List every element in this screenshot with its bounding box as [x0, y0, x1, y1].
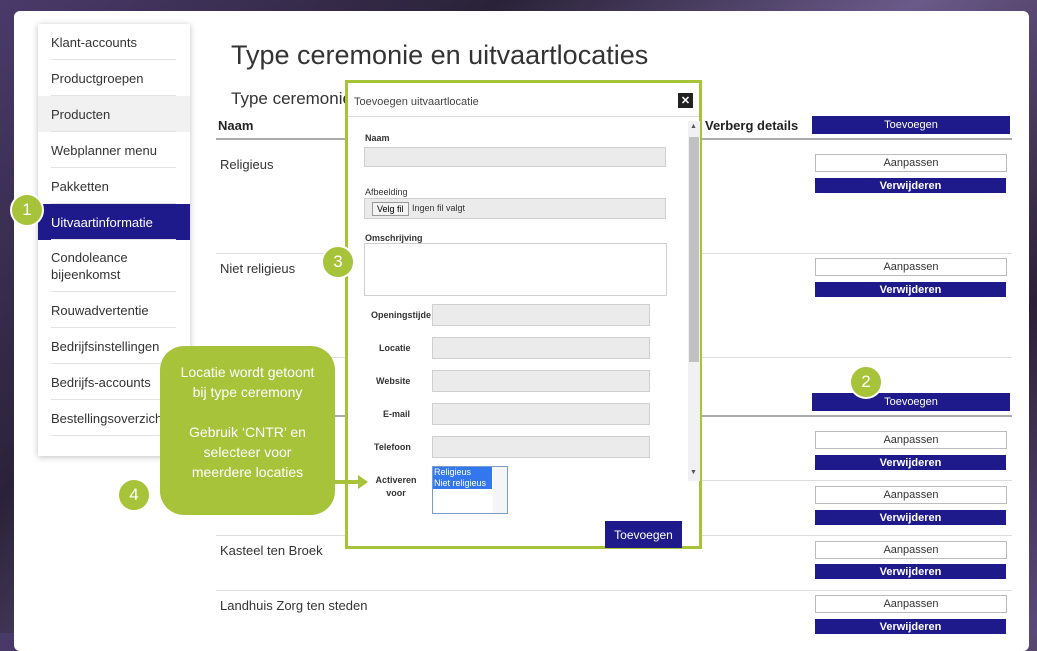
- callout-text-1: Locatie wordt getoont bij type ceremony: [180, 364, 315, 400]
- edit-button[interactable]: Aanpassen: [815, 541, 1007, 559]
- add-location-button[interactable]: Toevoegen: [812, 393, 1010, 411]
- sidebar-item-producten[interactable]: Producten: [38, 96, 190, 132]
- sidebar-item-label: Uitvaartinformatie: [51, 214, 153, 230]
- sidebar-item-label: Condoleance bijeenkomst: [51, 250, 128, 282]
- activeren-voor-select[interactable]: Religieus Niet religieus: [432, 466, 508, 514]
- sidebar-item-label: Rouwadvertentie: [51, 302, 149, 318]
- delete-button[interactable]: Verwijderen: [815, 619, 1006, 634]
- table-row-name: Landhuis Zorg ten steden: [220, 598, 368, 613]
- modal-title: Toevoegen uitvaartlocatie: [354, 96, 479, 108]
- sidebar-item-condoleance[interactable]: Condoleance bijeenkomst: [38, 240, 190, 292]
- sidebar-item-label: Klant-accounts: [51, 34, 137, 50]
- callout-arrow-icon: [330, 475, 368, 489]
- table-row-name: Niet religieus: [220, 261, 296, 276]
- annotation-badge-2: 2: [849, 365, 883, 399]
- locatie-input[interactable]: [432, 337, 650, 359]
- telefoon-input[interactable]: [432, 436, 650, 458]
- sidebar-item-webplanner-menu[interactable]: Webplanner menu: [38, 132, 190, 168]
- sidebar-item-label: Pakketten: [51, 178, 109, 194]
- omschrijving-textarea[interactable]: [364, 243, 667, 296]
- callout-text-2: Gebruik ‘CNTR’ en selecteer voor meerder…: [189, 424, 306, 480]
- sidebar-item-productgroepen[interactable]: Productgroepen: [38, 60, 190, 96]
- sidebar-item-pakketten[interactable]: Pakketten: [38, 168, 190, 204]
- edit-button[interactable]: Aanpassen: [815, 431, 1007, 449]
- scrollbar-thumb[interactable]: [689, 137, 699, 362]
- sidebar-item-label: Bedrijfs-accounts: [51, 374, 151, 390]
- table-row-name: Kasteel ten Broek: [220, 543, 323, 558]
- sidebar-item-label: Bedrijfsinstellingen: [51, 338, 160, 354]
- website-label: Website: [376, 376, 411, 386]
- delete-button[interactable]: Verwijderen: [815, 455, 1006, 470]
- delete-button[interactable]: Verwijderen: [815, 510, 1006, 525]
- modal-submit-button[interactable]: Toevoegen: [605, 521, 682, 548]
- delete-button[interactable]: Verwijderen: [815, 178, 1006, 193]
- select-option[interactable]: Religieus: [433, 467, 492, 478]
- activeren-voor-label: Activeren voor: [375, 475, 417, 498]
- omschrijving-label: Omschrijving: [365, 233, 423, 243]
- file-status: Ingen fil valgt: [412, 203, 466, 213]
- column-header-naam: Naam: [218, 118, 254, 133]
- select-option[interactable]: Niet religieus: [433, 478, 492, 489]
- edit-button[interactable]: Aanpassen: [815, 258, 1007, 276]
- telefoon-label: Telefoon: [374, 442, 411, 452]
- openingstijden-input[interactable]: [432, 304, 650, 326]
- divider: [348, 116, 699, 117]
- choose-file-button[interactable]: Velg fil: [372, 202, 409, 216]
- website-input[interactable]: [432, 370, 650, 392]
- annotation-badge-4: 4: [117, 478, 151, 512]
- edit-button[interactable]: Aanpassen: [815, 154, 1007, 172]
- naam-label: Naam: [365, 133, 390, 143]
- delete-button[interactable]: Verwijderen: [815, 564, 1006, 579]
- divider: [216, 590, 1012, 591]
- toggle-details-link[interactable]: Verberg details: [705, 118, 798, 133]
- sidebar-item-label: Productgroepen: [51, 70, 144, 86]
- close-icon[interactable]: ✕: [678, 93, 693, 108]
- scroll-down-icon[interactable]: ▼: [690, 469, 697, 476]
- annotation-badge-3: 3: [321, 245, 355, 279]
- sidebar-item-klant-accounts[interactable]: Klant-accounts: [38, 24, 190, 60]
- email-input[interactable]: [432, 403, 650, 425]
- add-location-modal: Toevoegen uitvaartlocatie ✕ Naam Afbeeld…: [345, 80, 702, 549]
- modal-scrollbar[interactable]: ▲ ▼: [688, 121, 700, 481]
- edit-button[interactable]: Aanpassen: [815, 486, 1007, 504]
- email-label: E-mail: [383, 409, 411, 419]
- table-row-name: Religieus: [220, 157, 274, 172]
- scroll-up-icon[interactable]: ▲: [690, 123, 697, 130]
- annotation-badge-1: 1: [10, 193, 44, 227]
- afbeelding-label: Afbeelding: [365, 187, 408, 197]
- delete-button[interactable]: Verwijderen: [815, 282, 1006, 297]
- listbox-scrollbar[interactable]: [493, 467, 507, 513]
- sidebar-item-label: Bestellingsoverzicht: [51, 410, 166, 426]
- openingstijden-label: Openingstijden: [371, 310, 431, 320]
- sidebar-item-uitvaartinformatie[interactable]: Uitvaartinformatie: [38, 204, 190, 240]
- edit-button[interactable]: Aanpassen: [815, 595, 1007, 613]
- annotation-callout: Locatie wordt getoont bij type ceremony …: [160, 346, 335, 515]
- sidebar-item-label: Webplanner menu: [51, 142, 157, 158]
- section-title: Type ceremonie: [231, 89, 352, 108]
- naam-input[interactable]: [364, 147, 666, 167]
- sidebar-item-label: Producten: [51, 106, 111, 122]
- image-file-input: Velg fil Ingen fil valgt: [364, 198, 666, 219]
- add-ceremony-button[interactable]: Toevoegen: [812, 116, 1010, 134]
- page-title: Type ceremonie en uitvaartlocaties: [231, 40, 649, 70]
- sidebar-item-rouwadvertentie[interactable]: Rouwadvertentie: [38, 292, 190, 328]
- locatie-label: Locatie: [379, 343, 411, 353]
